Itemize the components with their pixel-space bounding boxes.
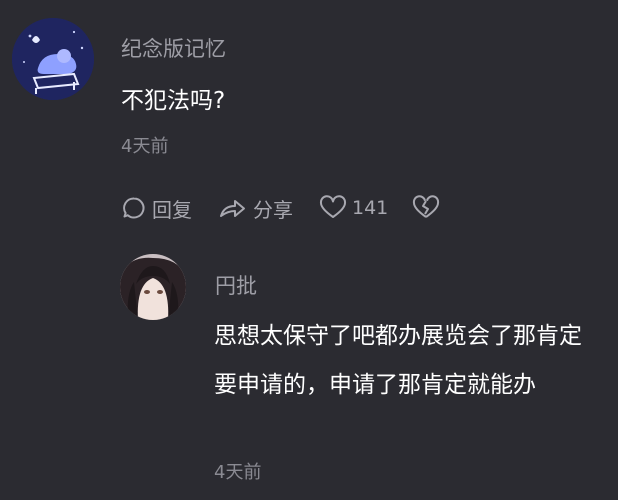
avatar[interactable] [12, 18, 94, 100]
comment-item: 纪念版记忆 不犯法吗? 4天前 回复 分享 141 [0, 0, 618, 250]
comment-bubble-icon [123, 197, 145, 219]
share-arrow-icon [220, 200, 245, 217]
reply-text: 思想太保守了吧都办展览会了那肯定要申请的，申请了那肯定就能办 [214, 323, 582, 398]
heart-outline-icon [319, 195, 347, 218]
reply-item: 円批 思想太保守了吧都办展览会了那肯定要申请的，申请了那肯定就能办 4天前 [0, 250, 618, 500]
avatar-illustration [120, 254, 186, 320]
avatar-illustration [12, 18, 94, 100]
share-label: 分享 [253, 197, 293, 222]
like-button[interactable]: 141 [319, 195, 388, 221]
comment-actions: 回复 分享 141 [121, 192, 445, 224]
username[interactable]: 纪念版记忆 [121, 33, 226, 63]
share-button[interactable]: 分享 [218, 194, 293, 223]
comment-text: 不犯法吗? [121, 88, 226, 114]
broken-heart-icon [413, 195, 440, 218]
dislike-button[interactable] [412, 195, 445, 221]
username[interactable]: 円批 [215, 270, 257, 300]
reply-button[interactable]: 回复 [121, 194, 192, 223]
reply-label: 回复 [152, 197, 192, 222]
timestamp: 4天前 [121, 136, 169, 157]
avatar[interactable] [120, 254, 186, 320]
timestamp: 4天前 [214, 462, 262, 483]
like-count: 141 [352, 197, 389, 219]
